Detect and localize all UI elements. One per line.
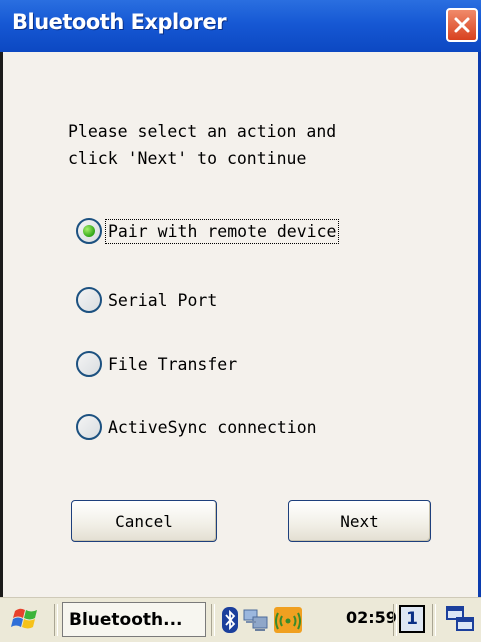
option-pair-remote-device[interactable]: Pair with remote device [76,214,340,248]
window-left-border [0,52,3,597]
start-button[interactable] [11,605,43,633]
taskbar-separator [211,604,215,636]
radio-button-selected[interactable] [76,218,102,244]
option-label[interactable]: ActiveSync connection [106,416,319,439]
start-flag-icon [11,608,37,629]
window-title: Bluetooth Explorer [12,10,227,34]
taskbar-separator [432,604,436,636]
taskbar-app-button[interactable]: Bluetooth... [62,602,206,637]
instruction-text: Please select an action and click 'Next'… [68,118,336,172]
option-label[interactable]: Pair with remote device [104,218,340,244]
next-button[interactable]: Next [288,500,431,542]
wireless-signal-icon[interactable] [274,607,302,633]
desktop-number-badge[interactable]: 1 [399,605,425,633]
radio-button[interactable] [76,287,102,313]
option-label[interactable]: Serial Port [106,289,219,312]
bluetooth-icon[interactable] [222,607,238,633]
radio-button[interactable] [76,351,102,377]
taskbar-separator [54,604,58,636]
taskbar-separator [393,604,397,636]
network-icon[interactable] [242,607,270,633]
option-serial-port[interactable]: Serial Port [76,283,219,317]
clock[interactable]: 02:59 [346,608,397,627]
close-button[interactable] [446,8,478,42]
cancel-button[interactable]: Cancel [71,500,217,542]
close-icon [454,17,470,33]
radio-button[interactable] [76,414,102,440]
option-file-transfer[interactable]: File Transfer [76,347,239,381]
radio-selected-dot [83,225,95,237]
windows-icon[interactable] [445,605,477,635]
dialog-body: Please select an action and click 'Next'… [0,52,481,597]
title-bar: Bluetooth Explorer [0,0,481,52]
option-activesync-connection[interactable]: ActiveSync connection [76,410,319,444]
instruction-line-2: click 'Next' to continue [68,149,307,168]
option-label[interactable]: File Transfer [106,353,239,376]
instruction-line-1: Please select an action and [68,122,337,141]
taskbar: Bluetooth... 02:59 1 [0,597,481,642]
